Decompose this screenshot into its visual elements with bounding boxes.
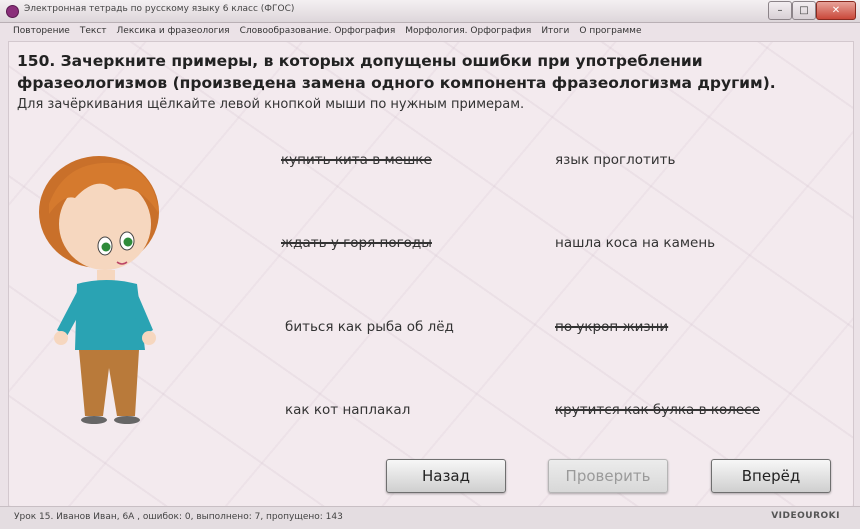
phrase-item[interactable]: ждать у горя погоды [281,235,432,251]
status-bar: Урок 15. Иванов Иван, 6А , ошибок: 0, вы… [0,506,860,529]
task-heading: 150. Зачеркните примеры, в которых допущ… [17,52,776,92]
menu-item-word-formation[interactable]: Словообразование. Орфография [235,24,401,40]
app-window: Электронная тетрадь по русскому языку 6 … [0,0,860,529]
exercise-panel: 150. Зачеркните примеры, в которых допущ… [8,41,854,508]
task-instruction: Для зачёркивания щёлкайте левой кнопкой … [17,97,525,112]
videouroki-logo: VIDEOUROKI [771,511,840,521]
phrase-item[interactable]: купить кита в мешке [281,152,432,168]
menu-item-text[interactable]: Текст [75,24,112,40]
close-button[interactable]: ✕ [816,1,856,20]
phrase-item[interactable]: по укроп жизни [555,319,668,335]
menu-item-morphology[interactable]: Морфология. Орфография [400,24,536,40]
maximize-button[interactable]: □ [792,1,816,20]
window-title: Электронная тетрадь по русскому языку 6 … [24,4,295,14]
menu-bar: Повторение Текст Лексика и фразеология С… [8,24,858,40]
title-bar: Электронная тетрадь по русскому языку 6 … [0,0,860,23]
menu-item-lexicon[interactable]: Лексика и фразеология [112,24,235,40]
phrase-item[interactable]: биться как рыба об лёд [285,319,454,335]
app-icon [6,5,19,18]
menu-item-about[interactable]: О программе [574,24,646,40]
boy-character [39,156,159,424]
minimize-button[interactable]: – [768,1,792,20]
check-button[interactable]: Проверить [548,459,668,493]
menu-item-repeat[interactable]: Повторение [8,24,75,40]
phrase-item[interactable]: нашла коса на камень [555,235,715,251]
menu-item-results[interactable]: Итоги [536,24,574,40]
next-button[interactable]: Вперёд [711,459,831,493]
status-text: Урок 15. Иванов Иван, 6А , ошибок: 0, вы… [14,512,343,522]
phrase-item[interactable]: язык проглотить [555,152,676,168]
phrase-item[interactable]: крутится как булка в колесе [555,402,760,418]
phrase-item[interactable]: как кот наплакал [285,402,410,418]
back-button[interactable]: Назад [386,459,506,493]
